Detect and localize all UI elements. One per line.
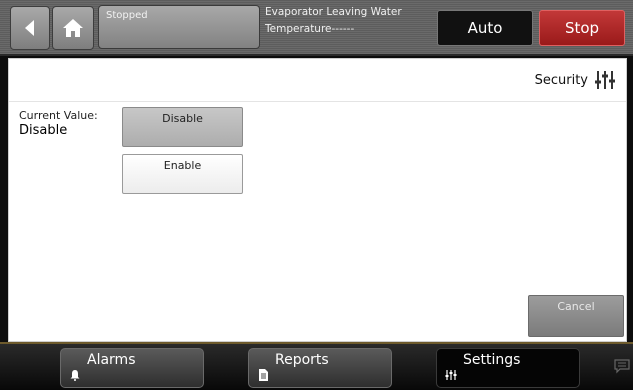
chat-icon[interactable] bbox=[614, 358, 630, 374]
top-bar: Stopped Evaporator Leaving Water Tempera… bbox=[0, 0, 633, 56]
status-box: Stopped bbox=[98, 5, 260, 49]
back-button[interactable] bbox=[10, 6, 50, 50]
cancel-button[interactable]: Cancel bbox=[528, 295, 624, 337]
current-value-label: Current Value: bbox=[19, 109, 98, 122]
current-value: Disable bbox=[19, 123, 68, 138]
nav-alarms-button[interactable]: Alarms bbox=[60, 348, 204, 388]
home-button[interactable] bbox=[52, 6, 94, 50]
sliders-icon bbox=[595, 71, 615, 89]
temperature-label: Evaporator Leaving Water bbox=[265, 6, 402, 18]
nav-settings-button[interactable]: Settings bbox=[436, 348, 580, 388]
screen: Stopped Evaporator Leaving Water Tempera… bbox=[0, 0, 633, 390]
temperature-readout: Evaporator Leaving Water Temperature----… bbox=[262, 2, 432, 50]
document-icon bbox=[259, 369, 268, 381]
panel-header: Security bbox=[9, 59, 626, 102]
stop-button[interactable]: Stop bbox=[539, 10, 625, 46]
option-disable-button[interactable]: Disable bbox=[122, 107, 243, 147]
nav-reports-label: Reports bbox=[275, 352, 329, 368]
option-enable-button[interactable]: Enable bbox=[122, 154, 243, 194]
page-title: Security bbox=[534, 73, 588, 88]
status-text: Stopped bbox=[106, 10, 148, 21]
nav-alarms-label: Alarms bbox=[87, 352, 136, 368]
back-arrow-icon bbox=[25, 20, 34, 36]
temperature-value: Temperature------ bbox=[265, 23, 355, 35]
bottom-nav: Alarms Reports Settings bbox=[0, 342, 633, 390]
home-icon bbox=[63, 19, 83, 37]
bell-icon bbox=[70, 370, 80, 381]
nav-settings-label: Settings bbox=[463, 352, 521, 368]
main-panel: Security Current Value: Disable Disable … bbox=[8, 58, 627, 342]
nav-reports-button[interactable]: Reports bbox=[248, 348, 392, 388]
sliders-icon bbox=[445, 370, 457, 380]
auto-button[interactable]: Auto bbox=[437, 10, 533, 46]
